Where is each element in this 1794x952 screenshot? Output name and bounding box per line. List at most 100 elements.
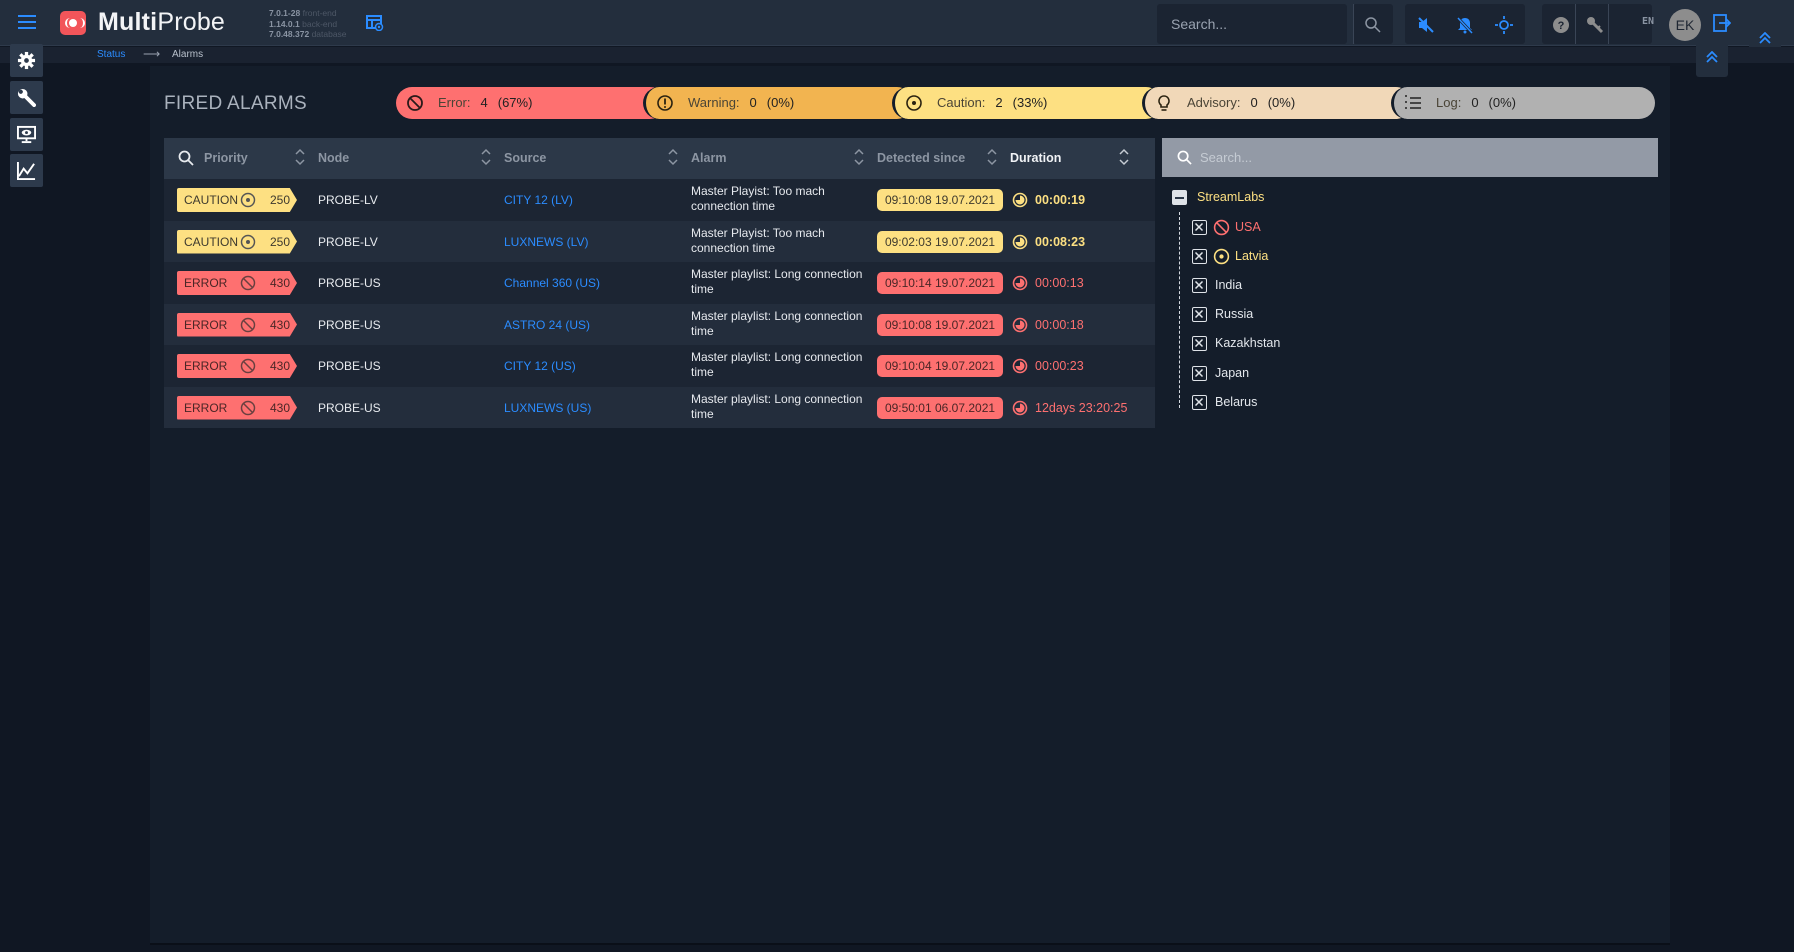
error-icon [240, 275, 256, 291]
alarm-text: Master playlist: Long connection time [691, 308, 863, 338]
priority-level: ERROR [184, 359, 228, 373]
node-name: PROBE-US [318, 276, 381, 290]
tree-item-label: Kazakhstan [1215, 336, 1281, 350]
summary-log-percent: (0%) [1488, 95, 1516, 110]
collapse-breadcrumb-button[interactable] [1696, 45, 1728, 77]
key-icon[interactable] [1586, 16, 1604, 34]
sort-icon[interactable] [295, 148, 305, 166]
error-icon [240, 358, 256, 374]
mute-sound-icon[interactable] [1417, 16, 1435, 34]
detected-since: 09:50:01 06.07.2021 [877, 396, 1003, 419]
checkbox-icon[interactable] [1192, 307, 1207, 322]
sort-icon[interactable] [987, 148, 997, 166]
summary-advisory-count: 0 [1250, 95, 1258, 110]
help-icon[interactable]: ? [1552, 16, 1570, 34]
svg-text:?: ? [1558, 20, 1565, 32]
priority-level: CAUTION [184, 193, 238, 207]
sort-icon[interactable] [854, 148, 864, 166]
column-source[interactable]: Source [504, 151, 546, 165]
summary-warning[interactable]: Warning: 0 (0%) [643, 87, 913, 119]
clock-icon [1012, 192, 1028, 208]
sort-icon[interactable] [481, 148, 491, 166]
global-search-button[interactable] [1353, 4, 1393, 44]
tree-search[interactable]: Search... [1162, 138, 1658, 177]
warning-icon [657, 95, 673, 111]
table-header: Priority Node Source Alarm Detected sinc… [164, 138, 1155, 179]
breadcrumb-alarms: Alarms [172, 49, 204, 60]
source-link[interactable]: LUXNEWS (LV) [504, 235, 588, 249]
tree-item-label: Russia [1215, 307, 1254, 321]
collapse-icon[interactable] [1172, 190, 1187, 205]
menu-icon[interactable] [18, 15, 36, 31]
tree-root-label[interactable]: StreamLabs [1197, 190, 1264, 204]
app-name: MultiProbe [98, 8, 226, 36]
global-search[interactable]: Search... [1157, 4, 1347, 44]
table-row[interactable]: ERROR 430 PROBE-US CITY 12 (US) Master p… [164, 345, 1155, 387]
global-search-input[interactable]: Search... [1171, 16, 1227, 32]
monitoring-button[interactable] [10, 118, 43, 151]
column-node[interactable]: Node [318, 151, 349, 165]
caution-icon [1213, 248, 1230, 265]
priority-level: ERROR [184, 276, 228, 290]
source-link[interactable]: CITY 12 (US) [504, 359, 576, 373]
language-selector[interactable]: EN [1642, 16, 1654, 27]
settings-button[interactable] [10, 44, 43, 77]
alarm-text: Master Playist: Too mach connection time [691, 225, 825, 255]
detected-since: 09:10:08 19.07.2021 [877, 313, 1003, 336]
caution-icon [240, 192, 256, 208]
priority-level: ERROR [184, 317, 228, 332]
checkbox-icon[interactable] [1192, 220, 1207, 235]
version-database: 7.0.48.372 database [269, 29, 347, 39]
tree-search-input[interactable]: Search... [1200, 150, 1252, 165]
table-row[interactable]: CAUTION 250 PROBE-LV LUXNEWS (LV) Master… [164, 220, 1155, 262]
node-name: PROBE-US [318, 359, 381, 373]
breadcrumb-status[interactable]: Status [97, 49, 125, 60]
column-detected-since[interactable]: Detected since [877, 151, 965, 165]
alarm-text: Master playlist: Long connection time [691, 267, 863, 296]
priority-level: ERROR [184, 400, 228, 415]
summary-log-label: Log: [1436, 95, 1462, 110]
source-link[interactable]: LUXNEWS (US) [504, 401, 591, 415]
checkbox-icon[interactable] [1192, 336, 1207, 351]
priority-value: 430 [270, 317, 291, 332]
tree-item-label: India [1215, 278, 1243, 292]
summary-caution[interactable]: Caution: 2 (33%) [892, 87, 1162, 119]
table-row[interactable]: ERROR 430 PROBE-US Channel 360 (US) Mast… [164, 262, 1155, 304]
table-row[interactable]: ERROR 430 PROBE-US LUXNEWS (US) Master p… [164, 386, 1155, 428]
source-link[interactable]: Channel 360 (US) [504, 276, 600, 290]
duration-value: 00:00:23 [1035, 359, 1084, 373]
user-avatar[interactable]: EK [1669, 9, 1701, 41]
table-row[interactable]: CAUTION 250 PROBE-LV CITY 12 (LV) Master… [164, 179, 1155, 221]
tools-button[interactable] [10, 81, 43, 114]
summary-log[interactable]: Log: 0 (0%) [1391, 87, 1655, 119]
summary-error[interactable]: Error: 4 (67%) [396, 87, 666, 119]
checkbox-icon[interactable] [1192, 249, 1207, 264]
sort-icon[interactable] [668, 148, 678, 166]
table-row[interactable]: ERROR 430 PROBE-US ASTRO 24 (US) Master … [164, 303, 1155, 345]
sort-icon[interactable] [1119, 148, 1129, 166]
checkbox-icon[interactable] [1192, 366, 1207, 381]
summary-advisory[interactable]: Advisory: 0 (0%) [1142, 87, 1412, 119]
mute-notifications-icon[interactable] [1456, 16, 1474, 34]
logout-icon[interactable] [1713, 14, 1731, 32]
statistics-button[interactable] [10, 154, 43, 187]
gear-icon [17, 51, 36, 70]
clock-icon [1012, 358, 1028, 374]
summary-error-percent: (67%) [497, 95, 533, 110]
error-icon [1213, 219, 1230, 236]
checkbox-icon[interactable] [1192, 278, 1207, 293]
column-alarm[interactable]: Alarm [691, 151, 726, 165]
priority-badge: ERROR 430 [177, 271, 297, 295]
brightness-icon[interactable] [1495, 16, 1513, 34]
lightbulb-icon [1158, 95, 1170, 111]
priority-value: 430 [270, 359, 291, 373]
checkbox-icon[interactable] [1192, 395, 1207, 410]
source-link[interactable]: CITY 12 (LV) [504, 193, 573, 207]
source-link[interactable]: ASTRO 24 (US) [504, 318, 590, 332]
column-priority[interactable]: Priority [204, 151, 248, 165]
column-duration[interactable]: Duration [1010, 151, 1061, 165]
summary-error-label: Error: [438, 95, 471, 110]
priority-badge: ERROR 430 [177, 395, 297, 420]
dashboard-view-icon[interactable] [366, 15, 384, 31]
search-icon[interactable] [178, 150, 194, 166]
